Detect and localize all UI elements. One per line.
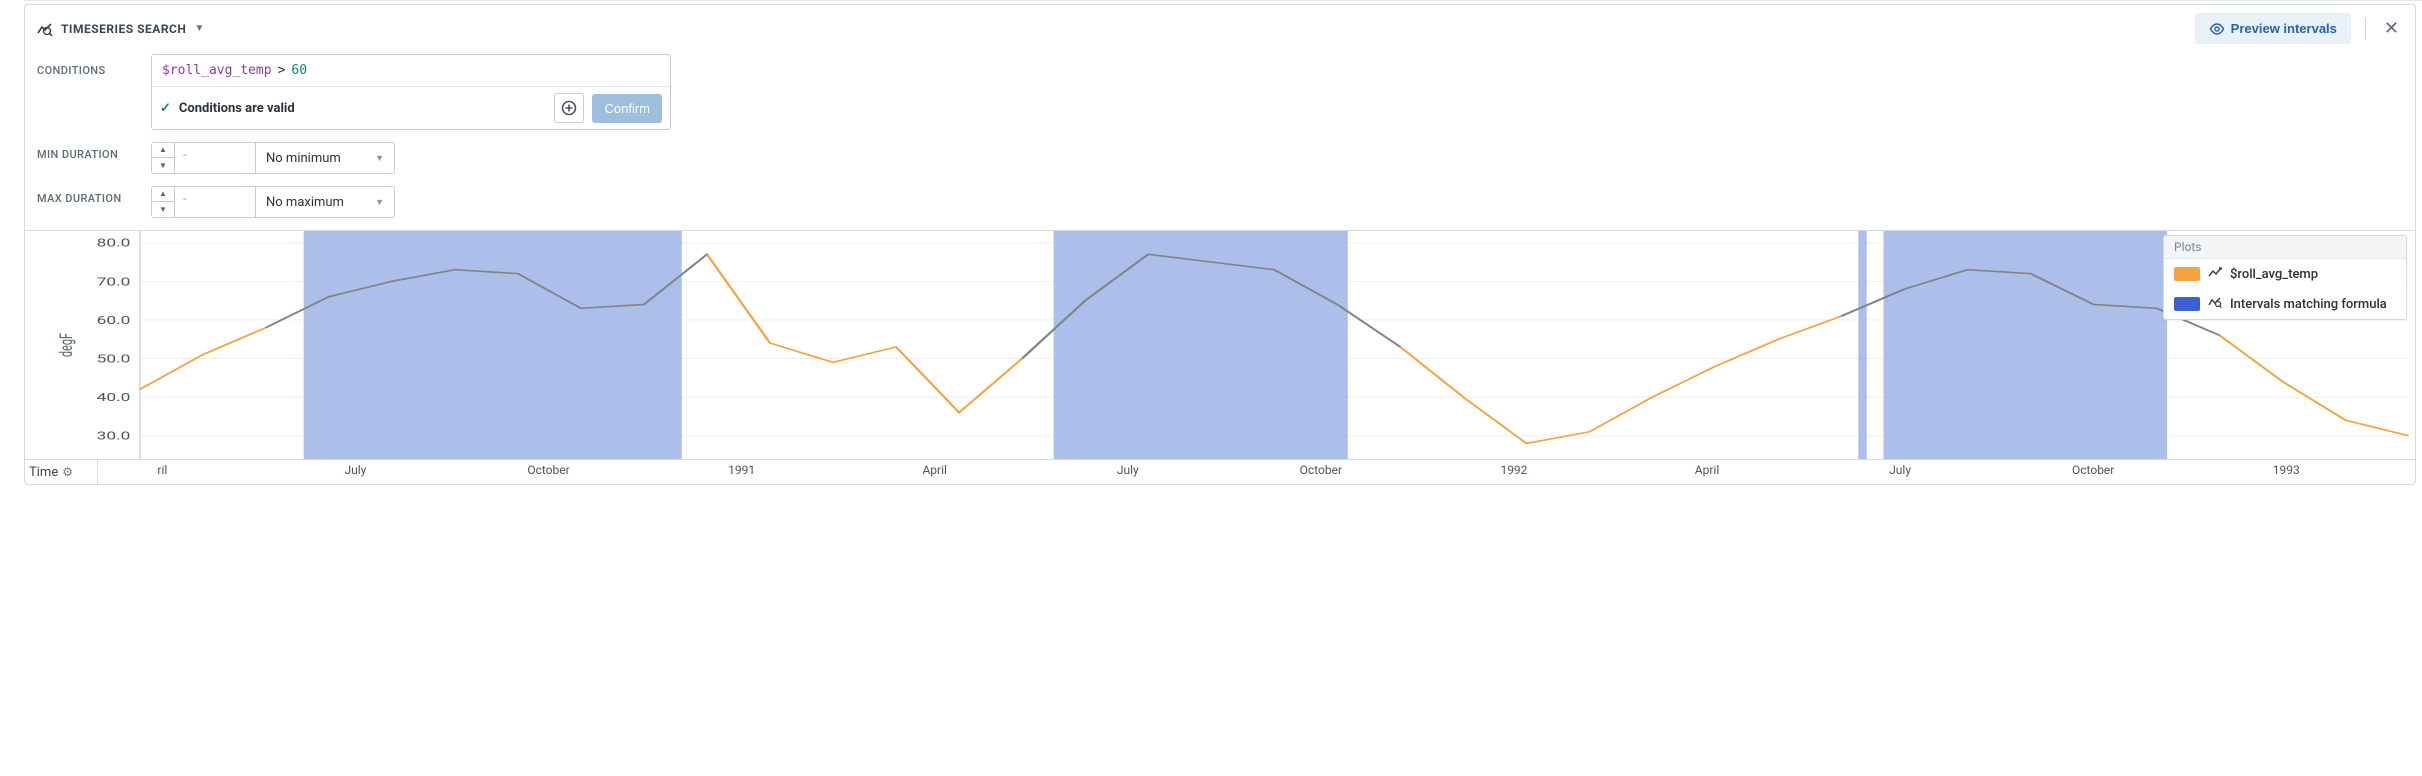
xaxis-tick: July	[1117, 463, 1139, 477]
xaxis-tick: 1993	[2273, 463, 2300, 477]
min-duration-label: MIN DURATION	[37, 142, 133, 161]
min-duration-unit-select[interactable]: No minimum ▼	[255, 142, 395, 174]
svg-text:80.0: 80.0	[97, 237, 131, 250]
chart-area[interactable]: 30.0 40.0 50.0 60.0 70.0 80.0 degF Plots $roll…	[25, 230, 2415, 459]
caret-down-icon: ▼	[194, 23, 204, 34]
legend-item-intervals[interactable]: Intervals matching formula	[2164, 289, 2406, 319]
xaxis-tick: July	[1889, 463, 1911, 477]
max-duration-value[interactable]: -	[175, 186, 255, 218]
chart-legend: Plots $roll_avg_temp Intervals matching …	[2163, 235, 2407, 320]
timeseries-search-dropdown[interactable]: TIMESERIES SEARCH ▼	[37, 22, 204, 36]
intervals-icon	[2208, 296, 2222, 312]
eye-icon	[2209, 23, 2225, 35]
panel-title: TIMESERIES SEARCH	[61, 22, 186, 36]
xaxis-settings[interactable]: Time ⚙	[25, 460, 98, 484]
trend-icon	[2208, 266, 2222, 282]
caret-down-icon: ▼	[375, 153, 384, 164]
legend-swatch	[2174, 267, 2200, 281]
svg-text:50.0: 50.0	[97, 353, 131, 366]
stepper-up-icon[interactable]: ▲	[152, 187, 174, 202]
add-condition-button[interactable]	[554, 93, 584, 123]
xaxis-ticks: ril July October 1991 April July October 1992 Ap…	[98, 460, 2415, 484]
svg-text:30.0: 30.0	[97, 430, 131, 443]
max-duration-unit-select[interactable]: No maximum ▼	[255, 186, 395, 218]
xaxis-tick: October	[1300, 463, 1342, 477]
conditions-label: CONDITIONS	[37, 54, 133, 77]
gear-icon: ⚙	[62, 465, 73, 479]
xaxis-tick: ril	[157, 463, 167, 477]
xaxis-tick: April	[922, 463, 946, 477]
close-button[interactable]: ✕	[2380, 16, 2403, 41]
confirm-button[interactable]: Confirm	[592, 94, 662, 123]
legend-swatch	[2174, 297, 2200, 311]
max-duration-label: MAX DURATION	[37, 186, 133, 205]
conditions-status: Conditions are valid	[179, 101, 547, 116]
svg-text:70.0: 70.0	[97, 275, 131, 288]
xaxis-tick: 1991	[728, 463, 755, 477]
stepper-down-icon[interactable]: ▼	[152, 202, 174, 217]
xaxis-tick: October	[2072, 463, 2114, 477]
stepper-up-icon[interactable]: ▲	[152, 143, 174, 158]
check-icon: ✓	[160, 101, 171, 116]
xaxis-tick: 1992	[1500, 463, 1527, 477]
stepper-down-icon[interactable]: ▼	[152, 158, 174, 173]
xaxis-tick: July	[345, 463, 367, 477]
min-duration-value[interactable]: -	[175, 142, 255, 174]
conditions-expression-input[interactable]: $roll_avg_temp > 60	[152, 55, 670, 87]
legend-title: Plots	[2164, 236, 2406, 259]
chart-icon	[37, 22, 53, 36]
max-duration-stepper[interactable]: ▲ ▼	[151, 186, 175, 218]
caret-down-icon: ▼	[375, 197, 384, 208]
xaxis-tick: April	[1695, 463, 1719, 477]
xaxis-tick: October	[527, 463, 569, 477]
preview-intervals-button[interactable]: Preview intervals	[2195, 13, 2351, 44]
min-duration-stepper[interactable]: ▲ ▼	[151, 142, 175, 174]
svg-text:40.0: 40.0	[97, 391, 131, 404]
legend-item-series[interactable]: $roll_avg_temp	[2164, 259, 2406, 289]
svg-text:degF: degF	[57, 333, 77, 357]
svg-text:60.0: 60.0	[97, 314, 131, 327]
plus-circle-icon	[561, 100, 577, 116]
